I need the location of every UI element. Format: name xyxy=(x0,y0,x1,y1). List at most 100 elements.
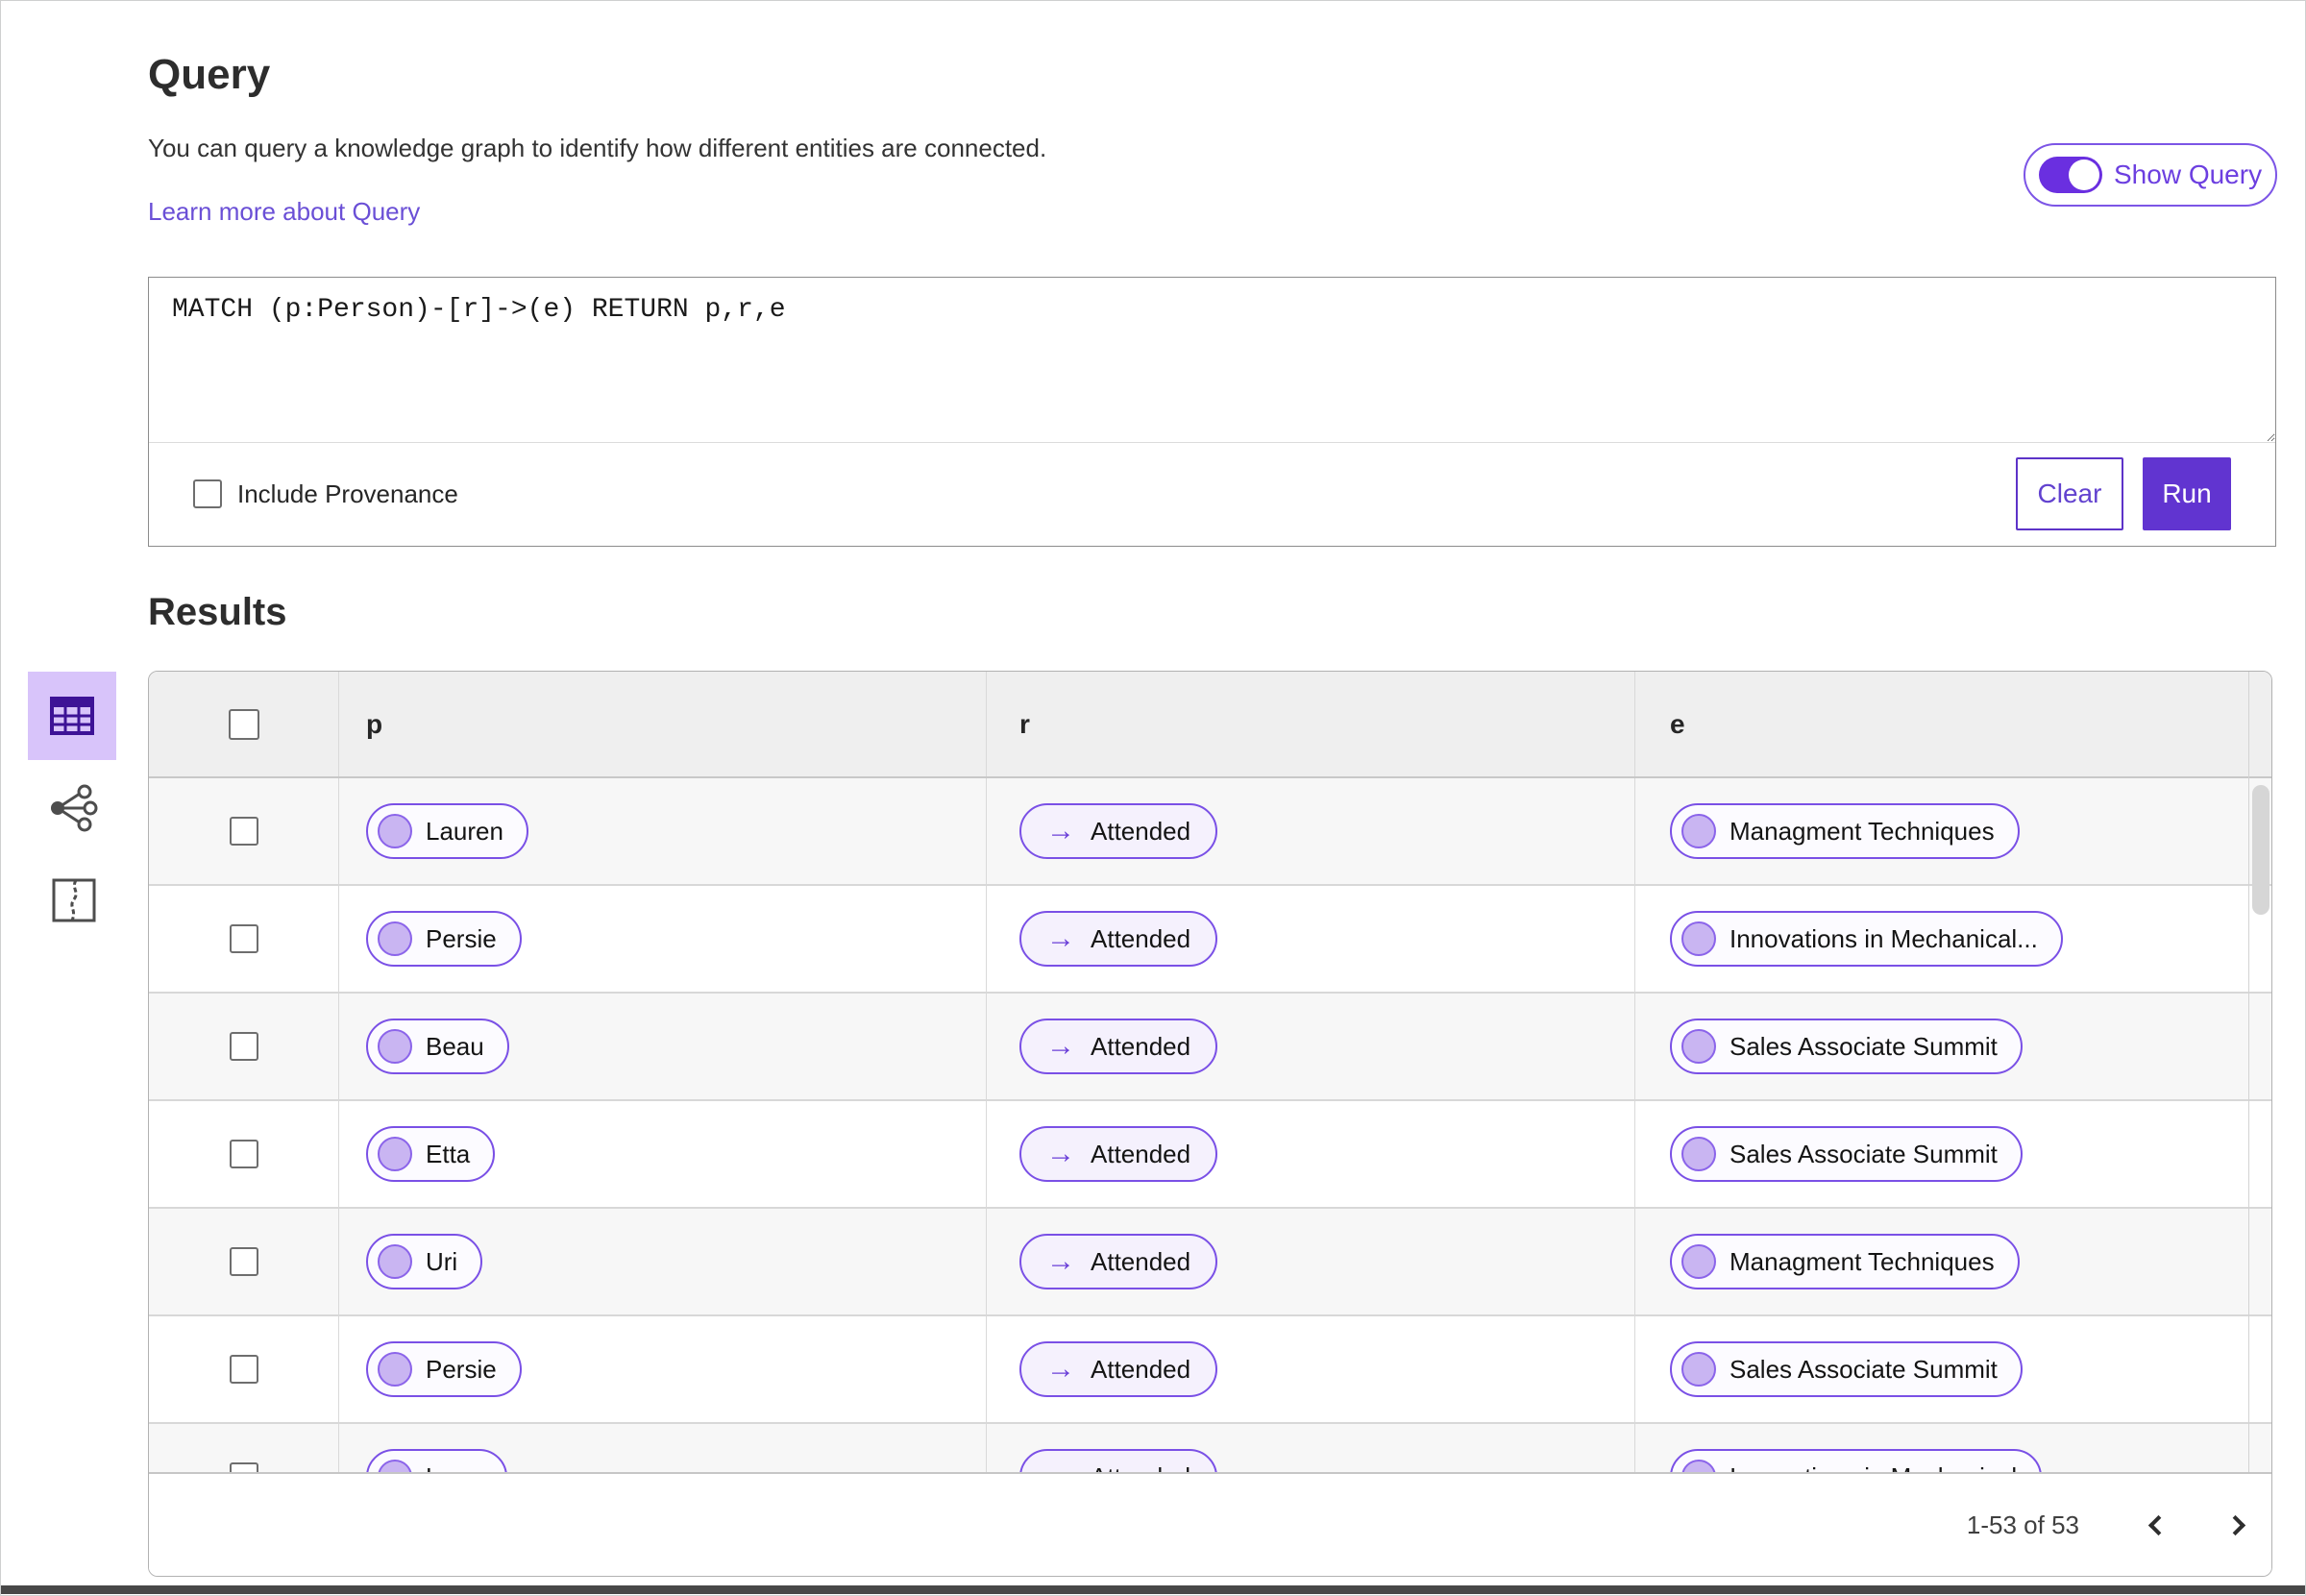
relation-label: Attended xyxy=(1091,1139,1191,1168)
relation-pill[interactable]: →Attended xyxy=(1019,1449,1218,1474)
arrow-right-icon: → xyxy=(1046,1353,1075,1385)
pagination-bar: 1-53 of 53 xyxy=(149,1472,2271,1576)
entity-label: Uri xyxy=(426,1246,458,1276)
relation-label: Attended xyxy=(1091,1031,1191,1061)
view-table-button[interactable] xyxy=(28,672,116,760)
table-row: Persie → Attended Innovations in Mechanic… xyxy=(149,886,2271,994)
arrow-right-icon: → xyxy=(1046,1245,1075,1277)
entity-pill[interactable]: Sales Associate Summit xyxy=(1670,1019,2023,1074)
run-button[interactable]: Run xyxy=(2143,457,2231,530)
entity-dot-icon xyxy=(1681,1244,1716,1279)
entity-pill[interactable]: Sales Associate Summit xyxy=(1670,1341,2023,1397)
entity-dot-icon xyxy=(1681,1137,1716,1171)
column-header-r: r xyxy=(1019,708,1030,739)
relation-label: Attended xyxy=(1091,816,1191,846)
query-input[interactable]: MATCH (p:Person)-[r]->(e) RETURN p,r,e xyxy=(149,278,2275,443)
entity-label: Beau xyxy=(426,1031,484,1061)
view-map-button[interactable] xyxy=(47,873,101,927)
relation-pill[interactable]: → Attended xyxy=(1019,1234,1218,1289)
row-checkbox[interactable] xyxy=(229,1032,258,1061)
table-scrollbar-thumb[interactable] xyxy=(2252,785,2269,915)
toggle-knob xyxy=(2069,160,2099,190)
entity-pill[interactable]: Managment Techniques xyxy=(1670,1234,2020,1289)
entity-dot-icon xyxy=(378,1029,412,1064)
results-title: Results xyxy=(148,591,287,633)
relation-label: Attended xyxy=(1091,1246,1191,1276)
entity-pill[interactable]: Sales Associate Summit xyxy=(1670,1126,2023,1182)
entity-label: Persie xyxy=(426,1354,497,1384)
view-graph-button[interactable] xyxy=(45,781,99,835)
entity-dot-icon xyxy=(378,1352,412,1387)
entity-pill[interactable]: Larry xyxy=(366,1449,508,1474)
entity-dot-icon xyxy=(1681,1352,1716,1387)
page-description: You can query a knowledge graph to ident… xyxy=(148,134,1047,162)
entity-label: Lauren xyxy=(426,816,503,846)
row-checkbox[interactable] xyxy=(229,1247,258,1276)
clear-button[interactable]: Clear xyxy=(2016,457,2123,530)
table-row: Uri → Attended Managment Techniques xyxy=(149,1209,2271,1316)
entity-pill[interactable]: Lauren xyxy=(366,803,528,859)
relation-pill[interactable]: → Attended xyxy=(1019,911,1218,967)
entity-label: Managment Techniques xyxy=(1730,1246,1995,1276)
entity-dot-icon xyxy=(1681,814,1716,848)
entity-dot-icon xyxy=(1681,1029,1716,1064)
entity-pill[interactable]: Uri xyxy=(366,1234,483,1289)
learn-more-link[interactable]: Learn more about Query xyxy=(148,197,420,227)
entity-pill[interactable]: Etta xyxy=(366,1126,496,1182)
relation-pill[interactable]: → Attended xyxy=(1019,1126,1218,1182)
row-checkbox[interactable] xyxy=(229,924,258,953)
table-view-icon xyxy=(50,697,94,735)
table-row: Persie → Attended Sales Associate Summit xyxy=(149,1316,2271,1424)
show-query-toggle[interactable]: Show Query xyxy=(2024,143,2277,207)
entity-dot-icon xyxy=(378,814,412,848)
entity-pill[interactable]: Managment Techniques xyxy=(1670,803,2020,859)
entity-label: Sales Associate Summit xyxy=(1730,1031,1998,1061)
relation-pill[interactable]: → Attended xyxy=(1019,1341,1218,1397)
entity-dot-icon xyxy=(1681,921,1716,956)
table-row: Beau → Attended Sales Associate Summit xyxy=(149,994,2271,1101)
results-table: p r e Lauren → Attended Managment Techniq… xyxy=(148,671,2272,1577)
arrow-right-icon: → xyxy=(1046,1030,1075,1062)
entity-dot-icon xyxy=(378,1244,412,1279)
arrow-right-icon: → xyxy=(1046,922,1075,954)
row-checkbox[interactable] xyxy=(229,1355,258,1384)
graph-view-icon xyxy=(51,784,98,832)
entity-label: Persie xyxy=(426,923,497,953)
entity-dot-icon xyxy=(378,921,412,956)
chevron-left-icon xyxy=(2147,1514,2169,1535)
row-checkbox[interactable] xyxy=(229,817,258,846)
entity-pill[interactable]: Innovations in Mechanical... xyxy=(1670,911,2063,967)
previous-page-button[interactable] xyxy=(2137,1504,2179,1546)
entity-label: Sales Associate Summit xyxy=(1730,1354,1998,1384)
column-header-p: p xyxy=(366,708,383,739)
next-page-button[interactable] xyxy=(2214,1504,2256,1546)
include-provenance-label: Include Provenance xyxy=(237,479,458,508)
page-title: Query xyxy=(148,51,271,98)
table-row: Etta → Attended Sales Associate Summit xyxy=(149,1101,2271,1209)
toggle-on-icon[interactable] xyxy=(2039,157,2102,193)
chevron-right-icon xyxy=(2224,1514,2245,1535)
entity-label: Sales Associate Summit xyxy=(1730,1139,1998,1168)
include-provenance-checkbox[interactable] xyxy=(193,479,222,508)
query-panel: MATCH (p:Person)-[r]->(e) RETURN p,r,e I… xyxy=(148,277,2276,547)
entity-pill[interactable]: Innovations in Mechanical xyxy=(1670,1449,2043,1474)
relation-label: Attended xyxy=(1091,923,1191,953)
entity-pill[interactable]: Persie xyxy=(366,1341,522,1397)
table-header-row: p r e xyxy=(149,672,2271,778)
relation-label: Attended xyxy=(1091,1354,1191,1384)
table-row: Larry →Attended Innovations in Mechanica… xyxy=(149,1424,2271,1474)
row-checkbox[interactable] xyxy=(229,1140,258,1168)
column-header-e: e xyxy=(1670,708,1685,739)
entity-pill[interactable]: Persie xyxy=(366,911,522,967)
query-panel-footer: Include Provenance Clear Run xyxy=(149,443,2275,545)
entity-label: Etta xyxy=(426,1139,471,1168)
arrow-right-icon: → xyxy=(1046,815,1075,847)
select-all-checkbox[interactable] xyxy=(228,708,259,740)
table-row: Lauren → Attended Managment Techniques xyxy=(149,778,2271,886)
entity-pill[interactable]: Beau xyxy=(366,1019,509,1074)
query-page: Query You can query a knowledge graph to… xyxy=(0,0,2306,1596)
relation-pill[interactable]: → Attended xyxy=(1019,803,1218,859)
horizontal-scrollbar[interactable] xyxy=(1,1585,2305,1594)
arrow-right-icon: → xyxy=(1046,1138,1075,1169)
relation-pill[interactable]: → Attended xyxy=(1019,1019,1218,1074)
